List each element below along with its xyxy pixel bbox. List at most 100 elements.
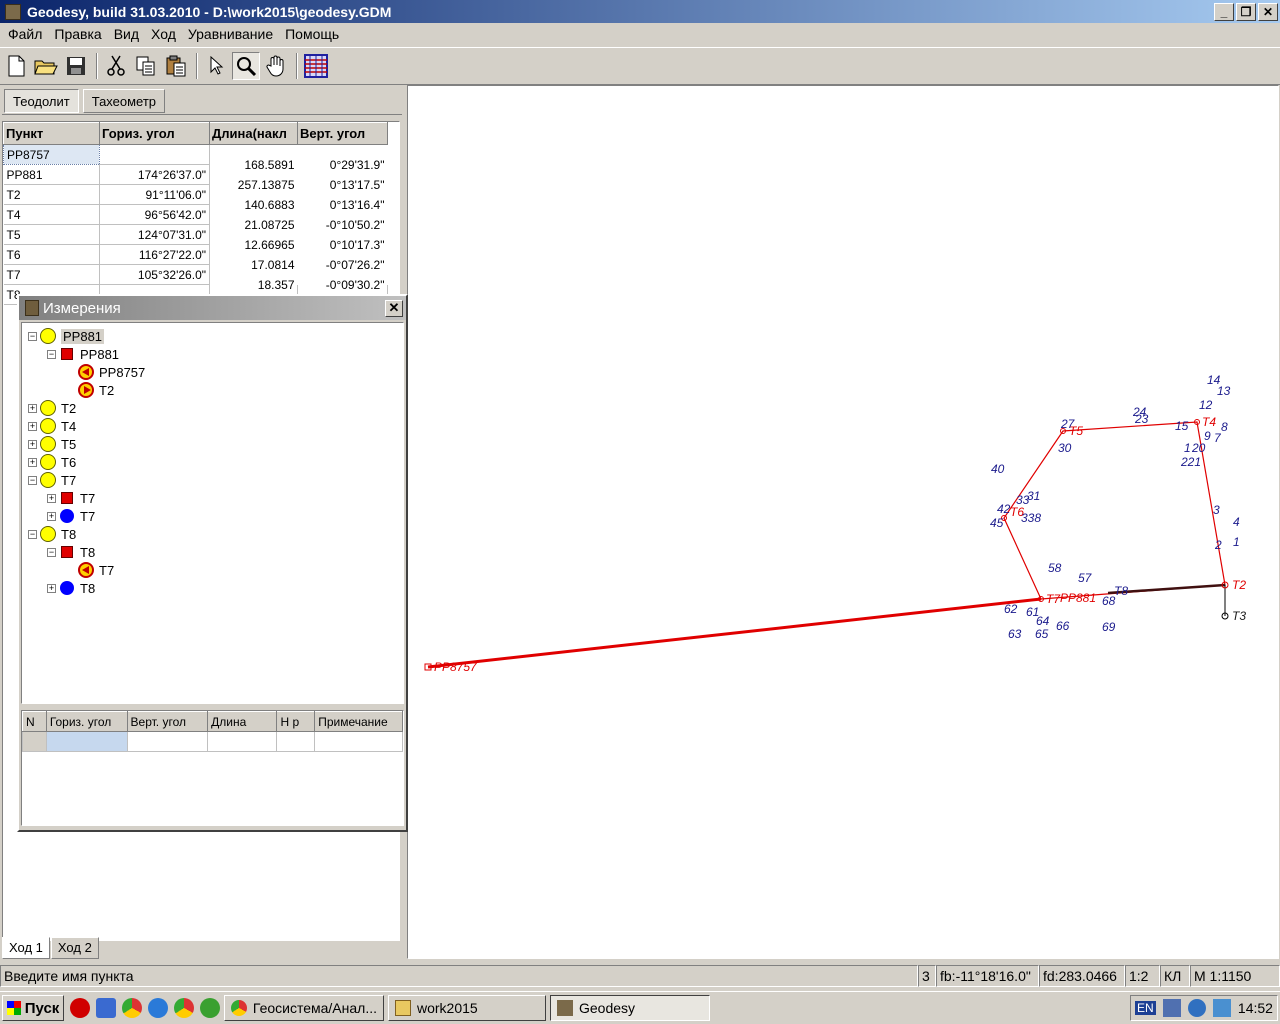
collapse-icon[interactable]: − <box>28 529 37 539</box>
column-header[interactable]: Верт. угол <box>126 711 209 732</box>
tab-theodolite[interactable]: Теодолит <box>4 89 79 113</box>
column-header[interactable]: N <box>22 711 47 732</box>
cell-point[interactable]: T4 <box>3 204 100 225</box>
cell-vangle[interactable]: -0°09'30.2" <box>298 275 388 295</box>
tree-node[interactable]: + T4 <box>28 417 76 435</box>
tree-node[interactable]: + T2 <box>28 399 76 417</box>
task-work2015[interactable]: work2015 <box>388 995 546 1021</box>
menu-adjustment[interactable]: Уравнивание <box>182 26 279 42</box>
tree-node[interactable]: + T7 <box>47 507 95 525</box>
task-geodesy[interactable]: Geodesy <box>550 995 710 1021</box>
row-header[interactable] <box>22 731 47 752</box>
column-header[interactable]: Пункт <box>3 122 100 145</box>
language-indicator[interactable]: EN <box>1135 1001 1156 1015</box>
cell-point[interactable]: PP881 <box>3 164 100 185</box>
cell-vangle[interactable]: 0°29'31.9" <box>298 155 388 175</box>
display-icon[interactable] <box>1212 999 1231 1017</box>
expand-icon[interactable]: + <box>28 421 37 431</box>
column-header[interactable]: Примечание <box>314 711 403 732</box>
zoom-icon[interactable] <box>232 52 260 80</box>
cell-hp[interactable] <box>276 731 316 752</box>
pointer-icon[interactable] <box>202 52 230 80</box>
chrome-icon[interactable] <box>174 998 194 1018</box>
collapse-icon[interactable]: − <box>28 331 37 341</box>
tab-traverse-1[interactable]: Ход 1 <box>2 937 50 959</box>
task-geosystem[interactable]: Геосистема/Анал... <box>224 995 384 1021</box>
cell-point[interactable]: T7 <box>3 264 100 285</box>
tree-node[interactable]: − PP881 <box>47 345 119 363</box>
pan-hand-icon[interactable] <box>262 52 290 80</box>
chrome-icon[interactable] <box>122 998 142 1018</box>
expand-icon[interactable]: + <box>47 583 56 593</box>
cell-point[interactable]: PP8757 <box>3 144 100 165</box>
collapse-icon[interactable]: − <box>47 547 56 557</box>
menu-help[interactable]: Помощь <box>279 26 345 42</box>
tree-node[interactable]: T2 <box>66 381 114 399</box>
tree-node[interactable]: T7 <box>66 561 114 579</box>
tab-tachymeter[interactable]: Тахеометр <box>82 89 166 113</box>
cell-hangle[interactable]: 105°32'26.0" <box>99 264 210 285</box>
tree-node[interactable]: − T8 <box>28 525 76 543</box>
cell-vangle[interactable]: -0°07'26.2" <box>298 255 388 275</box>
cell-length[interactable]: 21.08725 <box>210 215 298 235</box>
network-icon[interactable] <box>1162 999 1181 1017</box>
open-folder-icon[interactable] <box>32 52 60 80</box>
expand-icon[interactable]: + <box>28 457 37 467</box>
map-canvas[interactable]: PP8757 PP881 T2 T3 T4 T5 T6 T7 T8 14 13 … <box>407 85 1279 959</box>
cell-length[interactable]: 140.6883 <box>210 195 298 215</box>
column-header[interactable]: Гориз. угол <box>45 711 128 732</box>
tree-node[interactable]: − PP881 <box>28 327 105 345</box>
cell-length[interactable]: 12.66965 <box>210 235 298 255</box>
collapse-icon[interactable]: − <box>47 349 56 359</box>
menu-file[interactable]: Файл <box>2 26 48 42</box>
cell-hangle[interactable] <box>45 731 128 752</box>
cell-hangle[interactable]: 174°26'37.0" <box>99 164 210 185</box>
table-row[interactable]: PP8757 168.5891 0°29'31.9" <box>3 144 388 172</box>
tree-node[interactable]: − T7 <box>28 471 76 489</box>
cell-point[interactable]: T2 <box>3 184 100 205</box>
minimize-button[interactable]: _ <box>1214 2 1234 21</box>
new-file-icon[interactable] <box>2 52 30 80</box>
expand-icon[interactable]: + <box>47 493 56 503</box>
column-header[interactable]: Гориз. угол <box>99 122 210 145</box>
cell-length[interactable]: 168.5891 <box>210 155 298 175</box>
grid-icon[interactable] <box>302 52 330 80</box>
expand-icon[interactable]: + <box>28 439 37 449</box>
cell-hangle[interactable]: 116°27'22.0" <box>99 244 210 265</box>
cut-icon[interactable] <box>102 52 130 80</box>
cell-vangle[interactable] <box>126 731 209 752</box>
cell-length[interactable]: 17.0814 <box>210 255 298 275</box>
cell-hangle[interactable]: 91°11'06.0" <box>99 184 210 205</box>
column-header[interactable]: H p <box>276 711 316 732</box>
close-button[interactable]: ✕ <box>385 299 403 317</box>
expand-icon[interactable]: + <box>47 511 56 521</box>
paste-icon[interactable] <box>162 52 190 80</box>
ie-tray-icon[interactable] <box>1187 999 1206 1017</box>
tree-node[interactable]: + T8 <box>47 579 95 597</box>
save-icon[interactable] <box>62 52 90 80</box>
copy-icon[interactable] <box>132 52 160 80</box>
column-header[interactable]: Длина(накл <box>209 122 298 145</box>
cell-hangle[interactable]: 96°56'42.0" <box>99 204 210 225</box>
cell-vangle[interactable]: 0°13'16.4" <box>298 195 388 215</box>
ie-icon[interactable] <box>148 998 168 1018</box>
tab-traverse-2[interactable]: Ход 2 <box>50 937 99 959</box>
start-button[interactable]: Пуск <box>2 995 64 1021</box>
cell-length[interactable] <box>207 731 278 752</box>
expand-icon[interactable]: + <box>28 403 37 413</box>
opera-icon[interactable] <box>70 998 90 1018</box>
cell-vangle[interactable]: 0°10'17.3" <box>298 235 388 255</box>
cell-vangle[interactable]: 0°13'17.5" <box>298 175 388 195</box>
explorer-icon[interactable] <box>96 998 116 1018</box>
menu-edit[interactable]: Правка <box>48 26 107 42</box>
table-row[interactable] <box>22 731 403 752</box>
utorrent-icon[interactable] <box>200 998 220 1018</box>
cell-length[interactable]: 18.357 <box>210 275 298 295</box>
cell-vangle[interactable]: -0°10'50.2" <box>298 215 388 235</box>
close-button[interactable]: ✕ <box>1258 2 1278 21</box>
menu-traverse[interactable]: Ход <box>145 26 182 42</box>
tree-node[interactable]: PP8757 <box>66 363 145 381</box>
tree-node[interactable]: + T7 <box>47 489 95 507</box>
column-header[interactable]: Длина <box>207 711 278 732</box>
measurements-title-bar[interactable]: Измерения ✕ <box>19 296 406 320</box>
